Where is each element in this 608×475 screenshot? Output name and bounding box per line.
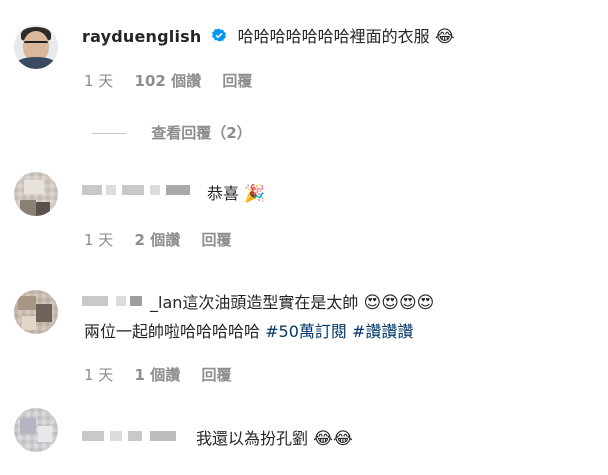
comment-likes[interactable]: 1 個讚 [135, 366, 181, 384]
blurred-username[interactable] [82, 291, 146, 311]
laughing-emoji-icon: 😂😂 [313, 429, 353, 449]
comment-text: 恭喜 [207, 184, 240, 203]
comment-username[interactable]: rayduenglish [82, 27, 201, 46]
comment-1: rayduenglish 哈哈哈哈哈哈哈裡面的衣服 😂 1 天 102 個讚 回… [0, 0, 608, 160]
avatar[interactable] [14, 172, 58, 216]
verified-badge-icon [211, 28, 226, 42]
reply-button[interactable]: 回覆 [222, 72, 252, 90]
comment-likes[interactable]: 102 個讚 [135, 72, 202, 90]
blurred-username[interactable] [82, 180, 194, 200]
comment-text-line2: 兩位一起帥啦哈哈哈哈哈 [84, 322, 261, 341]
view-replies-button[interactable]: 查看回覆（2） [92, 122, 252, 143]
avatar[interactable] [14, 25, 58, 69]
comment-time[interactable]: 1 天 [84, 231, 113, 249]
comment-meta: 1 天 102 個讚 回覆 [84, 70, 268, 91]
blurred-username[interactable] [82, 426, 182, 446]
avatar[interactable] [14, 290, 58, 334]
view-replies-label: 查看回覆（2） [151, 124, 252, 142]
comment-text: 我還以為扮孔劉 [196, 429, 309, 448]
hashtag-link[interactable]: #50萬訂閱 [265, 322, 347, 341]
comment-meta: 1 天 1 個讚 回覆 [84, 364, 247, 385]
comment-time[interactable]: 1 天 [84, 366, 113, 384]
hashtag-link[interactable]: #讚讚讚 [352, 322, 413, 341]
comment-meta: 1 天 2 個讚 回覆 [84, 229, 247, 250]
divider [92, 133, 126, 134]
reply-button[interactable]: 回覆 [201, 231, 231, 249]
laughing-emoji-icon: 😂 [434, 27, 455, 47]
party-popper-emoji-icon: 🎉 [244, 184, 266, 204]
comment-text: 哈哈哈哈哈哈哈裡面的衣服 [237, 27, 430, 46]
comment-likes[interactable]: 2 個讚 [135, 231, 181, 249]
reply-button[interactable]: 回覆 [201, 366, 231, 384]
avatar[interactable] [14, 408, 58, 452]
comment-time[interactable]: 1 天 [84, 72, 113, 90]
comment-text: _lan這次油頭造型實在是太帥 [150, 293, 359, 312]
heart-eyes-emoji-icon: 😍😍😍😍 [363, 293, 435, 313]
